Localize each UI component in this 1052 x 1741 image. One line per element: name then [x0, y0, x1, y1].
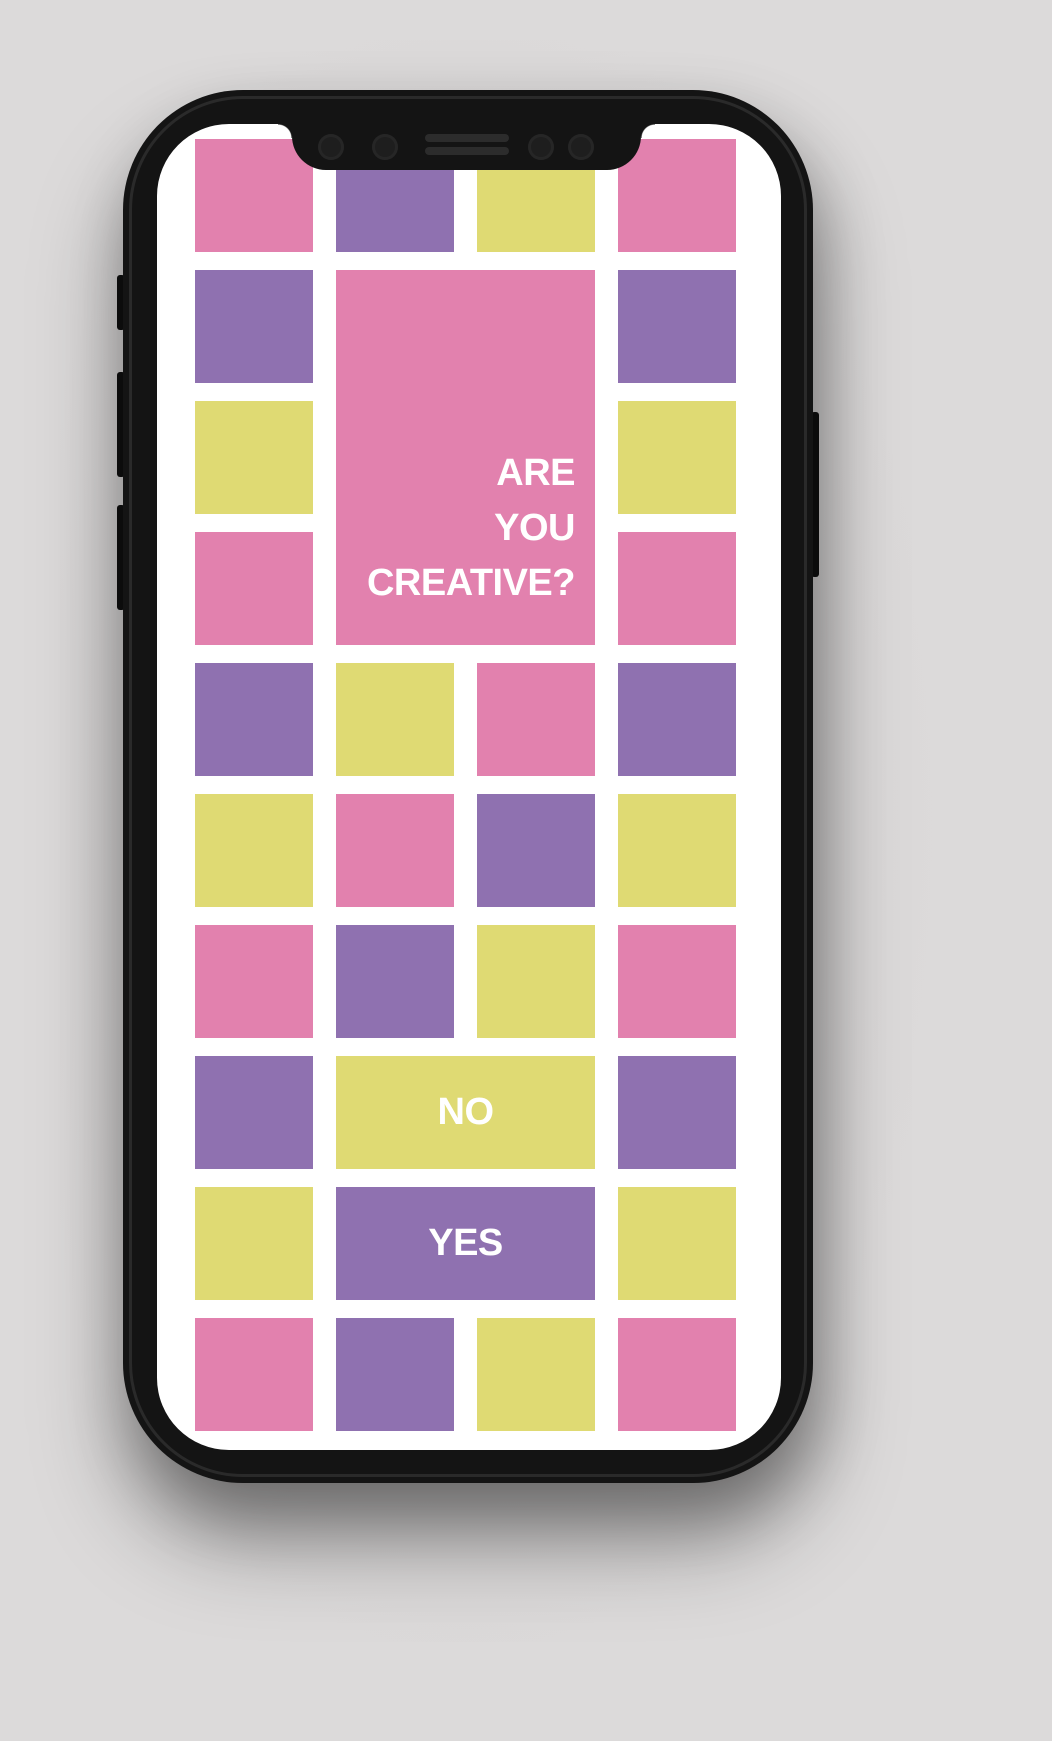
tile-r3-c1	[195, 401, 313, 514]
no-button[interactable]: NO	[336, 1056, 595, 1169]
tile-r7-c2	[336, 925, 454, 1038]
headline-line-1: ARE	[496, 452, 575, 494]
tile-r6-c1	[195, 794, 313, 907]
tile-r10-c4	[618, 1318, 736, 1431]
tile-r2-c1	[195, 270, 313, 383]
tile-r2-c4	[618, 270, 736, 383]
tile-r4-c4	[618, 532, 736, 645]
tile-r8-c1	[195, 1056, 313, 1169]
tile-r7-c1	[195, 925, 313, 1038]
headline-line-2: YOU	[494, 507, 575, 549]
tile-r10-c3	[477, 1318, 595, 1431]
tile-r7-c3	[477, 925, 595, 1038]
front-camera-left	[372, 134, 398, 160]
headline-tile: ARE YOU CREATIVE?	[336, 270, 595, 645]
tile-r9-c1	[195, 1187, 313, 1300]
tile-r6-c2	[336, 794, 454, 907]
tile-r4-c1	[195, 532, 313, 645]
phone-screen: ARE YOU CREATIVE? NO YES	[157, 124, 781, 1450]
yes-button[interactable]: YES	[336, 1187, 595, 1300]
tile-r8-c4	[618, 1056, 736, 1169]
earpiece-speaker-lower	[425, 147, 509, 155]
tile-r5-c1	[195, 663, 313, 776]
tile-r10-c1	[195, 1318, 313, 1431]
tile-r7-c4	[618, 925, 736, 1038]
headline-line-3: CREATIVE?	[366, 562, 576, 604]
tile-r1-c4	[618, 139, 736, 252]
tile-r5-c3	[477, 663, 595, 776]
tile-r6-c4	[618, 794, 736, 907]
tile-r5-c2	[336, 663, 454, 776]
tile-r1-c1	[195, 139, 313, 252]
tile-r3-c4	[618, 401, 736, 514]
phone-notch	[278, 124, 655, 170]
sensor-right-inner	[528, 134, 554, 160]
sensor-left-outer	[318, 134, 344, 160]
tile-r5-c4	[618, 663, 736, 776]
tile-r6-c3	[477, 794, 595, 907]
earpiece-speaker	[425, 134, 509, 142]
tile-r9-c4	[618, 1187, 736, 1300]
front-camera-right	[568, 134, 594, 160]
tile-r10-c2	[336, 1318, 454, 1431]
